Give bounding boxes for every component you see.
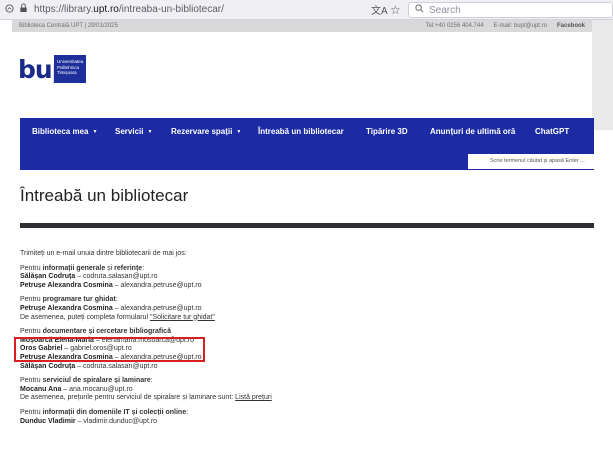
page-info-icon[interactable] bbox=[2, 3, 16, 16]
phone-link[interactable]: Tel:+40 0256 404.744 bbox=[426, 23, 484, 29]
bup-logo[interactable]: bup Universitatea Politehnica Timișoara bbox=[18, 55, 86, 87]
block-heading: Pentru serviciul de spiralare și laminar… bbox=[20, 377, 153, 385]
browser-toolbar: https://library.upt.ro/intreaba-un-bibli… bbox=[0, 0, 613, 20]
facebook-link[interactable]: Facebook bbox=[557, 23, 585, 29]
page-margin bbox=[592, 20, 613, 130]
caret-down-icon: ▼ bbox=[92, 129, 98, 135]
email-link[interactable]: – vladimir.dunduc@upt.ro bbox=[76, 418, 158, 425]
highlight-box bbox=[14, 337, 205, 362]
contact-block-tour: Pentru programare tur ghidat: Petrușe Al… bbox=[20, 296, 580, 322]
upt-logo-box: Universitatea Politehnica Timișoara bbox=[54, 55, 86, 83]
contact-block-it: Pentru informații din domeniile IT și co… bbox=[20, 409, 580, 426]
top-info-strip: Biblioteca Centrală UPT | 29/01/2025 Tel… bbox=[12, 20, 592, 32]
block-note: De asemenea, puteți completa formularul … bbox=[20, 313, 215, 321]
nav-item-biblioteca-mea[interactable]: Biblioteca mea ▼ bbox=[32, 123, 97, 141]
block-heading: Pentru documentare și cercetare bibliogr… bbox=[20, 328, 171, 336]
nav-item-tiparire-3d[interactable]: Tipărire 3D bbox=[366, 123, 408, 141]
librarian-contact: Sălășan Codruța – codruta.salasan@upt.ro bbox=[20, 362, 158, 370]
nav-item-intreaba-un-bibliotecar[interactable]: Întreabă un bibliotecar bbox=[258, 123, 344, 141]
email-link[interactable]: E-mail: bupt@upt.ro bbox=[494, 23, 547, 29]
translate-icon[interactable]: 文A bbox=[371, 2, 388, 17]
librarian-contact: Dunduc Vladimir – vladimir.dunduc@upt.ro bbox=[20, 417, 158, 425]
lock-icon[interactable] bbox=[16, 3, 30, 16]
search-icon bbox=[415, 4, 424, 16]
url-bar[interactable]: https://library.upt.ro/intreaba-un-bibli… bbox=[34, 4, 374, 15]
tour-form-link[interactable]: "Solicitare tur ghidat" bbox=[150, 314, 215, 321]
librarian-contact: Petrușe Alexandra Cosmina – alexandra.pe… bbox=[20, 304, 202, 312]
librarian-contact: Mocanu Ana – ana.mocanu@upt.ro bbox=[20, 385, 133, 393]
site-search-input[interactable]: Scrie termenul căutat și apasă Enter ... bbox=[468, 154, 608, 169]
email-link[interactable]: – alexandra.petruse@upt.ro bbox=[113, 305, 202, 312]
bookmark-star-icon[interactable]: ☆ bbox=[390, 3, 401, 17]
title-divider bbox=[20, 223, 594, 228]
nav-item-rezervare-spatii[interactable]: Rezervare spații ▼ bbox=[171, 123, 241, 141]
email-link[interactable]: – codruta.salasan@upt.ro bbox=[75, 363, 157, 370]
caret-down-icon: ▼ bbox=[147, 129, 153, 135]
intro-text: Trimiteți un e-mail unuia dintre bibliot… bbox=[20, 250, 187, 257]
main-navigation: Biblioteca mea ▼ Servicii ▼ Rezervare spaț… bbox=[20, 118, 608, 170]
email-link[interactable]: – alexandra.petruse@upt.ro bbox=[113, 282, 202, 289]
librarian-contact: Sălășan Codruța – codruta.salasan@upt.ro bbox=[20, 273, 158, 281]
browser-search-input[interactable]: Search bbox=[408, 2, 613, 18]
block-heading: Pentru informații din domeniile IT și co… bbox=[20, 408, 189, 416]
block-heading: Pentru informații generale și referințe: bbox=[20, 264, 145, 272]
library-date-label: Biblioteca Centrală UPT | 29/01/2025 bbox=[19, 23, 118, 29]
block-note: De asemenea, prețurile pentru serviciul … bbox=[20, 394, 272, 402]
contact-block-binding: Pentru serviciul de spiralare și laminar… bbox=[20, 377, 580, 403]
nav-item-servicii[interactable]: Servicii ▼ bbox=[115, 123, 152, 141]
email-link[interactable]: – ana.mocanu@upt.ro bbox=[61, 386, 132, 393]
page-title: Întreabă un bibliotecar bbox=[20, 186, 189, 205]
contact-block-general: Pentru informații generale și referințe:… bbox=[20, 265, 580, 291]
librarian-contact: Petrușe Alexandra Cosmina – alexandra.pe… bbox=[20, 281, 202, 289]
email-link[interactable]: – codruta.salasan@upt.ro bbox=[75, 273, 157, 280]
block-heading: Pentru programare tur ghidat: bbox=[20, 296, 118, 304]
caret-down-icon: ▼ bbox=[236, 129, 242, 135]
nav-item-anunturi[interactable]: Anunțuri de ultimă oră bbox=[430, 123, 515, 141]
price-list-link[interactable]: Listă prețuri bbox=[235, 394, 272, 401]
nav-item-chatgpt[interactable]: ChatGPT bbox=[535, 123, 569, 141]
